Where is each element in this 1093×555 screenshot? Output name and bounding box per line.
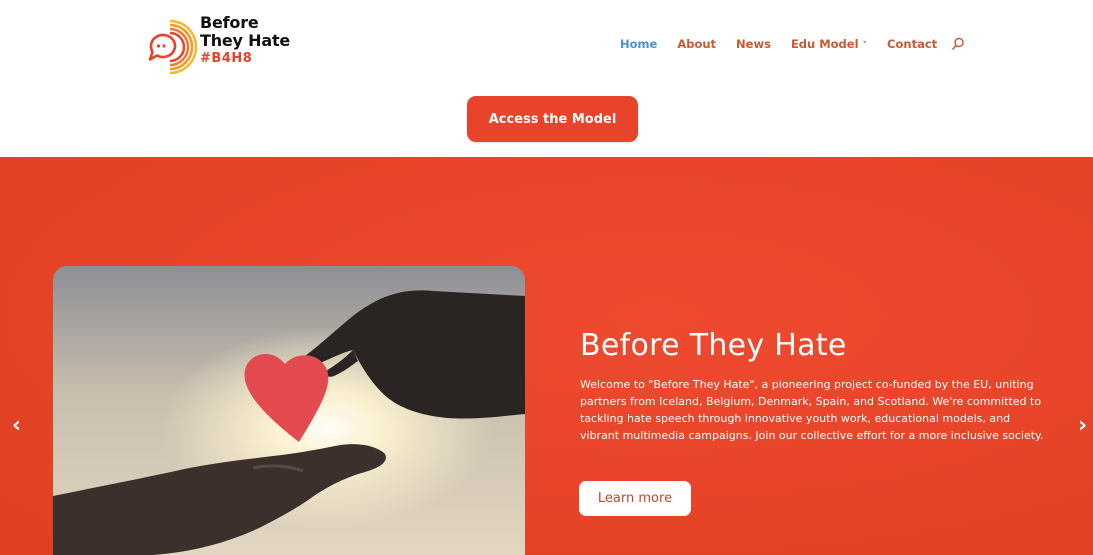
main-nav: Home About News Edu Model ˅ Contact	[620, 37, 965, 51]
nav-contact[interactable]: Contact	[887, 37, 937, 51]
logo-text-before: Before	[200, 13, 259, 32]
speech-bubble-logo-icon	[146, 13, 198, 77]
site-logo[interactable]: Before They Hate #B4H8	[146, 13, 296, 77]
hero-slider: ‹ › Before They Hate Welcome to "Before …	[0, 157, 1093, 555]
hero-image-heart-hands	[53, 266, 525, 555]
site-header: Before They Hate #B4H8 Home About News E…	[0, 0, 1093, 90]
slider-prev-arrow-icon[interactable]: ‹	[12, 415, 21, 437]
chevron-down-icon: ˅	[862, 41, 868, 51]
search-icon[interactable]	[951, 37, 965, 51]
learn-more-button[interactable]: Learn more	[579, 481, 691, 516]
nav-edu-model[interactable]: Edu Model ˅	[791, 37, 867, 51]
nav-home[interactable]: Home	[620, 37, 657, 51]
access-model-button[interactable]: Access the Model	[467, 96, 638, 142]
hero-title: Before They Hate	[580, 328, 847, 363]
logo-hashtag: #B4H8	[200, 51, 253, 66]
nav-news[interactable]: News	[736, 37, 771, 51]
logo-text-they-hate: They Hate	[200, 31, 291, 50]
nav-edu-model-label: Edu Model	[790, 37, 859, 51]
slider-next-arrow-icon[interactable]: ›	[1078, 415, 1087, 437]
hero-description: Welcome to "Before They Hate", a pioneer…	[580, 378, 1044, 442]
nav-about[interactable]: About	[677, 37, 716, 51]
